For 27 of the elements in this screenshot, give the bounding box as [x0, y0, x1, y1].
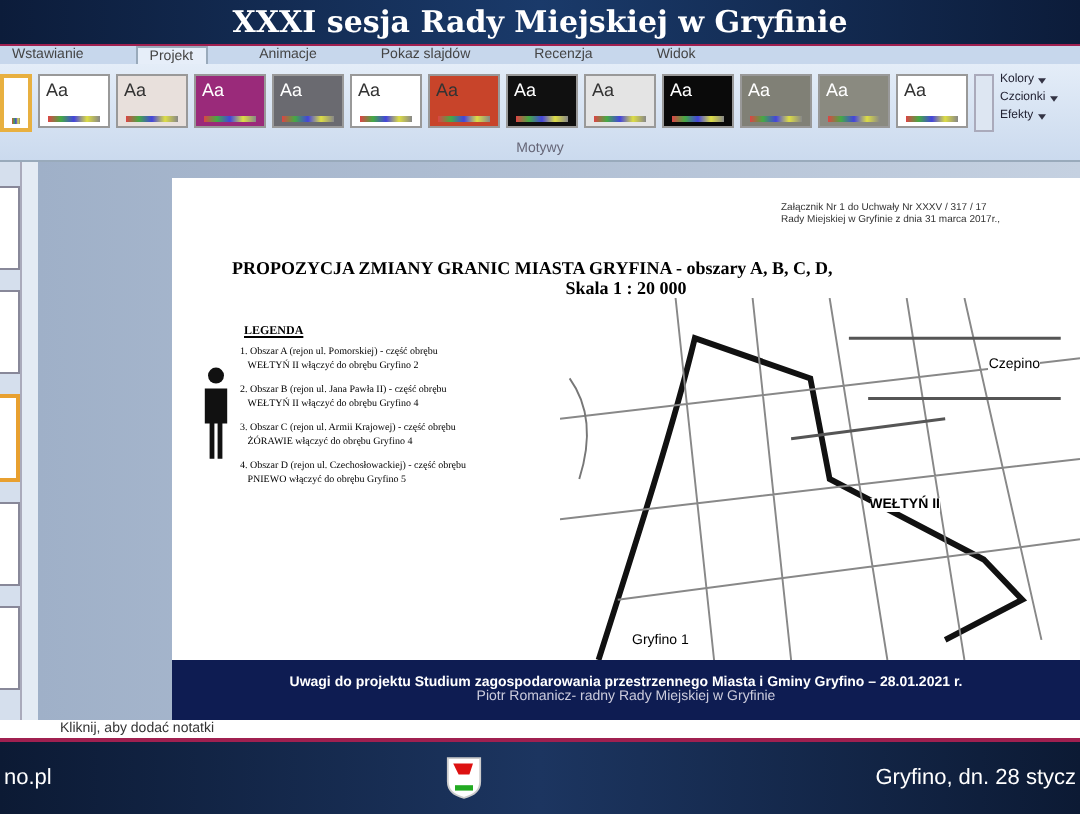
theme-thumbnail[interactable]: Aa	[662, 74, 734, 128]
theme-thumbnail[interactable]: Aa	[896, 74, 968, 128]
caret-icon	[1049, 95, 1058, 101]
scale-text: Skala 1 : 20 000	[563, 278, 689, 298]
slide-thumbnail[interactable]	[0, 186, 20, 270]
slide-thumbnail[interactable]	[0, 290, 20, 374]
panel-scrollbar[interactable]	[20, 162, 38, 720]
slide-thumbnail[interactable]	[0, 394, 20, 482]
theme-thumbnail[interactable]: Aa	[740, 74, 812, 128]
theme-thumbnail[interactable]: Aa	[272, 74, 344, 128]
theme-thumbnail[interactable]: Aa	[506, 74, 578, 128]
website-text: no.pl	[4, 766, 52, 790]
gallery-scrollbar[interactable]	[974, 74, 994, 132]
coat-of-arms-icon	[445, 756, 482, 800]
theme-thumbnail[interactable]: Aa	[116, 74, 188, 128]
theme-thumbnail[interactable]	[0, 74, 32, 132]
date-text: Gryfino, dn. 28 stycz	[875, 766, 1076, 790]
theme-thumbnail[interactable]: Aa	[194, 74, 266, 128]
theme-thumbnail[interactable]: Aa	[38, 74, 110, 128]
slide-thumbnail[interactable]	[0, 606, 20, 690]
theme-thumbnail[interactable]: Aa	[350, 74, 422, 128]
caret-icon	[1038, 77, 1047, 83]
broadcast-title: XXXI sesja Rady Miejskiej w Gryfinie	[232, 4, 848, 40]
slide-thumbnail[interactable]	[0, 502, 20, 586]
document-title: PROPOZYCJA ZMIANY GRANIC MIASTA GRYFINA - obszary A, B, C, D,	[232, 258, 835, 278]
theme-thumbnail[interactable]: Aa	[584, 74, 656, 128]
caret-icon	[1037, 113, 1046, 119]
